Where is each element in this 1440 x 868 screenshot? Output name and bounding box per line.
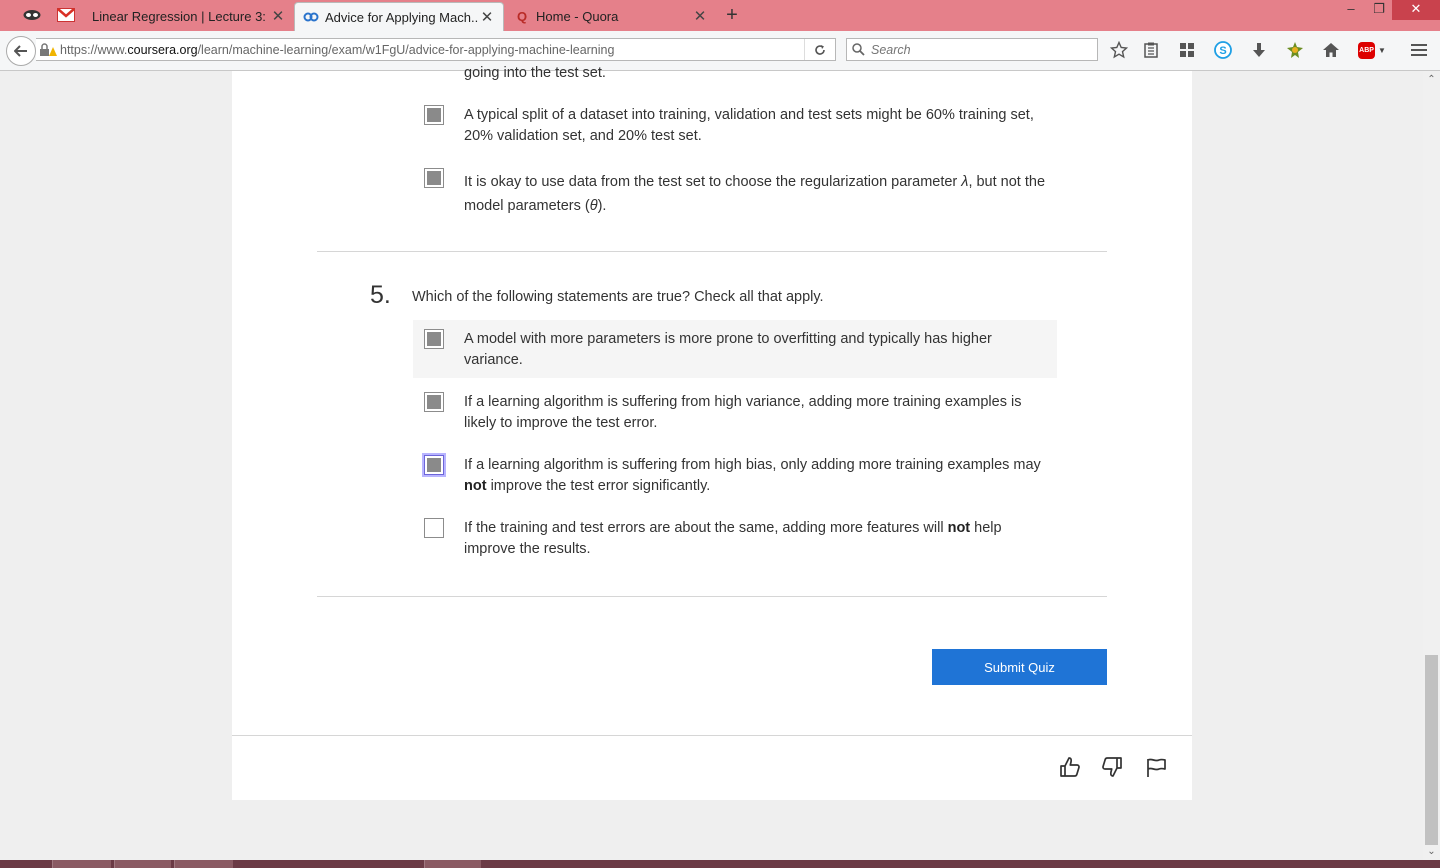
tiles-button[interactable] [1176, 39, 1198, 61]
option-text: A model with more parameters is more pro… [464, 331, 992, 368]
checkbox[interactable] [424, 329, 444, 349]
footer-divider [232, 735, 1192, 736]
bookmark-star-button[interactable] [1108, 39, 1130, 61]
tab-quora[interactable]: Q Home - Quora ✕ [506, 2, 716, 30]
option-text: A typical split of a dataset into traini… [464, 107, 1034, 144]
url-text: https://www.coursera.org/learn/machine-l… [60, 43, 614, 57]
home-icon [1323, 43, 1339, 57]
monkey-extension-icon [1287, 42, 1303, 58]
checkbox[interactable] [424, 392, 444, 412]
close-window-button[interactable]: ✕ [1392, 0, 1440, 20]
coursera-icon [303, 9, 319, 25]
tab-linear-regression[interactable]: Linear Regression | Lecture 3: L... ✕ [84, 2, 294, 30]
url-prefix: https://www. [60, 42, 128, 57]
divider [317, 596, 1107, 597]
taskbar-item[interactable] [424, 860, 481, 868]
option-text: If a learning algorithm is suffering fro… [464, 394, 1022, 431]
reading-list-button[interactable] [1140, 39, 1162, 61]
scroll-down-arrow-icon[interactable]: ⌄ [1423, 844, 1440, 860]
reload-button[interactable] [804, 39, 835, 60]
adblock-label: ABP [1358, 41, 1376, 59]
taskbar-item[interactable] [114, 860, 171, 868]
search-input[interactable] [869, 41, 1083, 58]
option-emphasis: not [464, 478, 487, 494]
hamburger-menu-icon [1411, 44, 1427, 56]
theta-symbol: θ [589, 198, 598, 214]
thumbs-down-icon[interactable] [1100, 755, 1124, 779]
menu-button[interactable] [1408, 39, 1430, 61]
new-tab-button[interactable]: + [722, 4, 742, 26]
tab-label: Home - Quora [536, 8, 619, 24]
svg-text:S: S [1219, 45, 1226, 57]
back-button[interactable] [6, 36, 36, 66]
thumbs-up-icon[interactable] [1058, 755, 1082, 779]
close-tab-icon[interactable]: ✕ [692, 7, 708, 25]
option-text-part: improve the test error significantly. [486, 478, 711, 494]
tab-label: Advice for Applying Mach... [325, 9, 479, 25]
skype-icon: S [1214, 41, 1232, 59]
clipboard-icon [1144, 42, 1158, 58]
checkbox[interactable] [424, 518, 444, 538]
quora-icon: Q [516, 8, 528, 24]
restore-button[interactable]: ❐ [1364, 0, 1394, 20]
home-button[interactable] [1320, 39, 1342, 61]
option-text-part: ). [597, 198, 607, 214]
url-bar[interactable]: https://www.coursera.org/learn/machine-l… [36, 38, 836, 61]
option-emphasis: not [947, 520, 971, 536]
previous-option-tail: going into the test set. [464, 65, 606, 81]
star-icon [1110, 41, 1128, 59]
adblock-plus-icon: ABP ▼ [1358, 41, 1386, 59]
pinned-tab-gmail[interactable] [56, 6, 76, 24]
taskbar-item[interactable] [52, 860, 111, 868]
flag-icon[interactable] [1144, 755, 1168, 779]
scrollbar-thumb[interactable] [1425, 655, 1438, 845]
downloads-button[interactable] [1248, 39, 1270, 61]
skype-button[interactable]: S [1212, 39, 1234, 61]
search-box[interactable] [846, 38, 1098, 61]
taskbar-item[interactable] [174, 860, 233, 868]
search-icon [847, 43, 869, 56]
tab-label: Linear Regression | Lecture 3: L... [92, 8, 270, 24]
gmail-icon [57, 8, 75, 22]
option-text-part: If a learning algorithm is suffering fro… [464, 457, 1041, 473]
url-path: /learn/machine-learning/exam/w1FgU/advic… [197, 42, 615, 57]
mask-icon [23, 10, 41, 20]
pinned-tab-incognito[interactable] [22, 6, 42, 24]
option-text: If the training and test errors are abou… [464, 518, 1049, 560]
close-tab-icon[interactable]: ✕ [270, 7, 286, 25]
submit-quiz-button[interactable]: Submit Quiz [932, 649, 1107, 685]
back-arrow-icon [14, 45, 27, 57]
tab-advice-for-applying[interactable]: Advice for Applying Mach... ✕ [294, 2, 504, 31]
site-identity-icon[interactable] [36, 42, 60, 57]
reload-icon [815, 44, 825, 55]
option-text-part: It is okay to use data from the test set… [464, 174, 962, 190]
option-text-part: If the training and test errors are abou… [464, 520, 948, 536]
divider [317, 251, 1107, 252]
browser-tab-bar: Linear Regression | Lecture 3: L... ✕ Ad… [0, 0, 1440, 31]
option-text: If a learning algorithm is suffering fro… [464, 455, 1049, 497]
download-arrow-icon [1253, 43, 1265, 57]
question-text: Which of the following statements are tr… [412, 289, 824, 305]
question-number: 5. [370, 281, 391, 309]
scroll-up-arrow-icon[interactable]: ⌃ [1423, 72, 1440, 88]
grid-icon [1180, 43, 1194, 57]
extension-button[interactable] [1284, 39, 1306, 61]
checkbox[interactable] [424, 168, 444, 188]
option-text: It is okay to use data from the test set… [464, 170, 1049, 218]
checkbox-focused[interactable] [424, 455, 444, 475]
adblock-button[interactable]: ABP ▼ [1356, 39, 1388, 61]
url-domain: coursera.org [127, 42, 198, 57]
close-tab-icon[interactable]: ✕ [479, 8, 495, 26]
checkbox[interactable] [424, 105, 444, 125]
minimize-button[interactable]: – [1336, 0, 1366, 20]
